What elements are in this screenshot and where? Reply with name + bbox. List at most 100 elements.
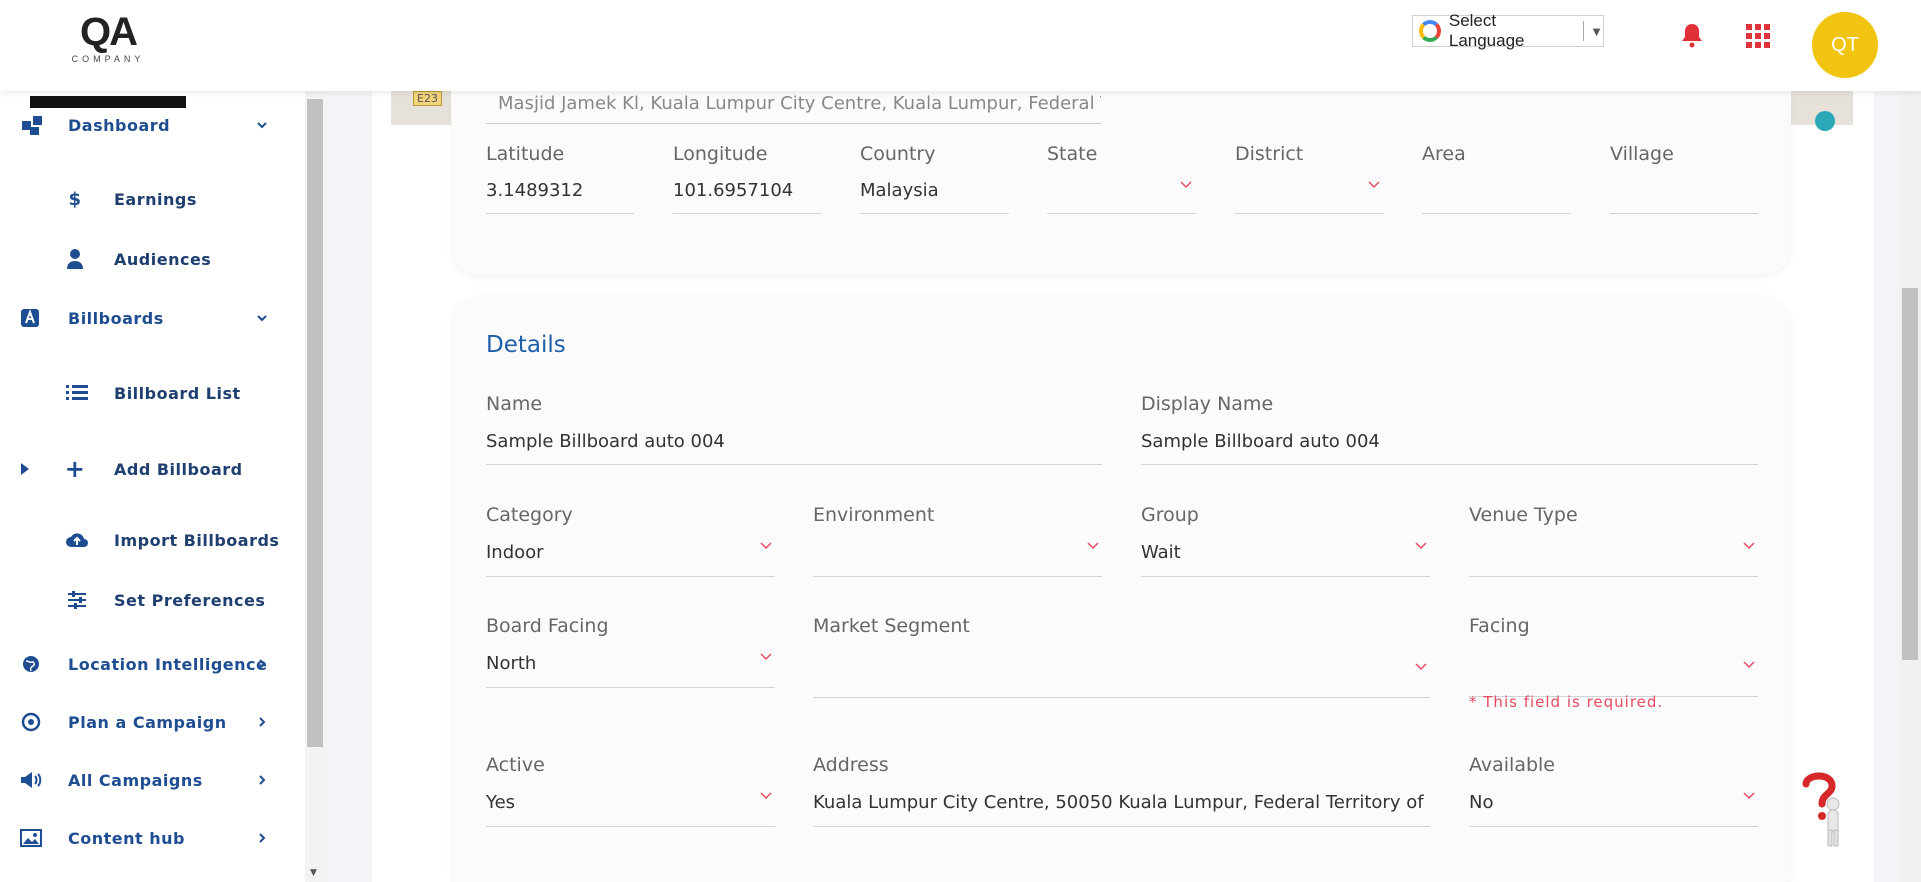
- chevron-down-icon: [1368, 181, 1380, 189]
- state-select[interactable]: State: [1047, 143, 1196, 215]
- sidebar-scrollbar[interactable]: ▼: [305, 91, 325, 882]
- environment-label: Environment: [813, 504, 935, 526]
- active-label: Active: [486, 754, 545, 776]
- area-field[interactable]: Area: [1422, 143, 1571, 215]
- name-value: Sample Billboard auto 004: [486, 431, 725, 452]
- country-value: Malaysia: [860, 180, 939, 201]
- chevron-down-icon: [1743, 792, 1755, 800]
- apps-grid-icon[interactable]: [1746, 24, 1770, 48]
- chevron-down-icon: [1743, 542, 1755, 550]
- sidebar-item-billboards[interactable]: Billboards: [0, 298, 300, 338]
- available-value: No: [1469, 792, 1494, 813]
- latitude-value: 3.1489312: [486, 180, 584, 201]
- bell-icon[interactable]: [1680, 22, 1704, 48]
- sidebar-scrollbar-thumb[interactable]: [307, 99, 323, 747]
- chevron-right-icon: [259, 775, 266, 785]
- chevron-right-icon: [259, 833, 266, 843]
- longitude-value: 101.6957104: [673, 180, 794, 201]
- name-field[interactable]: Name Sample Billboard auto 004: [486, 393, 1102, 465]
- help-question-icon[interactable]: [1800, 770, 1848, 848]
- chevron-down-icon: [760, 653, 772, 661]
- field-underline: [1047, 213, 1196, 214]
- avatar[interactable]: QT: [1812, 12, 1878, 78]
- sidebar-item-label: Add Billboard: [114, 459, 243, 479]
- field-underline: [486, 576, 775, 577]
- field-underline: [1422, 213, 1571, 214]
- company-logo[interactable]: QA COMPANY: [30, 10, 186, 108]
- sidebar-item-label: Plan a Campaign: [68, 712, 227, 732]
- sidebar-item-plan-a-campaign[interactable]: Plan a Campaign: [0, 702, 300, 742]
- sidebar-item-audiences[interactable]: Audiences: [0, 239, 300, 279]
- field-underline: [860, 213, 1009, 214]
- logo-strip: [30, 96, 186, 108]
- sidebar-item-dashboard[interactable]: Dashboard: [0, 105, 300, 145]
- sidebar-item-import-billboards[interactable]: Import Billboards: [0, 520, 300, 560]
- village-label: Village: [1610, 143, 1674, 165]
- address-value: Kuala Lumpur City Centre, 50050 Kuala Lu…: [813, 792, 1430, 813]
- map-preview-right[interactable]: [1791, 91, 1853, 131]
- longitude-field[interactable]: Longitude 101.6957104: [673, 143, 821, 215]
- active-select[interactable]: Active Yes: [486, 754, 775, 828]
- target-icon: [21, 712, 41, 732]
- megaphone-icon: [21, 772, 42, 788]
- map-road-tag: E23: [413, 91, 442, 106]
- longitude-label: Longitude: [673, 143, 768, 165]
- scroll-down-arrow-icon[interactable]: ▼: [310, 868, 317, 878]
- display-name-label: Display Name: [1141, 393, 1274, 415]
- sidebar-item-label: Location Intelligence: [68, 654, 268, 674]
- sidebar-item-set-preferences[interactable]: Set Preferences: [0, 580, 300, 620]
- village-field[interactable]: Village: [1610, 143, 1758, 215]
- sidebar-item-billboard-list[interactable]: Billboard List: [0, 373, 300, 413]
- display-name-field[interactable]: Display Name Sample Billboard auto 004: [1141, 393, 1758, 465]
- district-select[interactable]: District: [1235, 143, 1384, 215]
- field-underline: [1469, 576, 1758, 577]
- map-preview-left[interactable]: E23: [391, 91, 451, 125]
- field-underline: [486, 687, 775, 688]
- sidebar-item-add-billboard[interactable]: + Add Billboard: [0, 449, 300, 489]
- location-search-value: Masjid Jamek Kl, Kuala Lumpur City Centr…: [498, 93, 1101, 114]
- google-icon: [1419, 20, 1441, 42]
- district-label: District: [1235, 143, 1304, 165]
- chevron-down-icon: [760, 792, 772, 800]
- chevron-down-icon: [1180, 181, 1192, 189]
- sidebar-item-label: Earnings: [114, 189, 197, 209]
- latitude-field[interactable]: Latitude 3.1489312: [486, 143, 634, 215]
- language-selector[interactable]: Select Language ▼: [1412, 11, 1604, 50]
- available-select[interactable]: Available No: [1469, 754, 1758, 828]
- address-field[interactable]: Address Kuala Lumpur City Centre, 50050 …: [813, 754, 1430, 828]
- caret-right-icon: [21, 463, 29, 475]
- country-field[interactable]: Country Malaysia: [860, 143, 1009, 215]
- facing-error-message: * This field is required.: [1469, 693, 1664, 711]
- sidebar-item-label: All Campaigns: [68, 770, 203, 790]
- image-icon: [20, 829, 42, 847]
- sidebar-item-content-hub[interactable]: Content hub: [0, 818, 300, 858]
- field-underline: [1235, 213, 1384, 214]
- page-scrollbar[interactable]: [1899, 0, 1921, 882]
- sidebar-item-earnings[interactable]: $ Earnings: [0, 179, 300, 219]
- page-scrollbar-thumb[interactable]: [1902, 288, 1918, 660]
- field-underline: [1141, 576, 1430, 577]
- dashboard-icon: [22, 116, 42, 135]
- board-facing-select[interactable]: Board Facing North: [486, 615, 775, 689]
- field-underline: [486, 464, 1102, 465]
- market-segment-select[interactable]: Market Segment: [813, 615, 1430, 699]
- venue-type-label: Venue Type: [1469, 504, 1578, 526]
- environment-select[interactable]: Environment: [813, 504, 1102, 578]
- user-icon: [67, 249, 83, 269]
- group-select[interactable]: Group Wait: [1141, 504, 1430, 578]
- sliders-icon: [68, 591, 86, 609]
- group-value: Wait: [1141, 542, 1181, 563]
- sidebar-item-all-campaigns[interactable]: All Campaigns: [0, 760, 300, 800]
- sidebar-item-label: Billboard List: [114, 383, 241, 403]
- venue-type-select[interactable]: Venue Type: [1469, 504, 1758, 578]
- caret-down-icon: ▼: [1590, 23, 1603, 39]
- sidebar-item-location-intelligence[interactable]: Location Intelligence: [0, 644, 300, 684]
- area-label: Area: [1422, 143, 1466, 165]
- category-select[interactable]: Category Indoor: [486, 504, 775, 578]
- facing-label: Facing: [1469, 615, 1530, 637]
- field-underline: [813, 697, 1430, 698]
- category-label: Category: [486, 504, 573, 526]
- active-value: Yes: [486, 792, 516, 813]
- latitude-label: Latitude: [486, 143, 565, 165]
- facing-select[interactable]: Facing: [1469, 615, 1758, 699]
